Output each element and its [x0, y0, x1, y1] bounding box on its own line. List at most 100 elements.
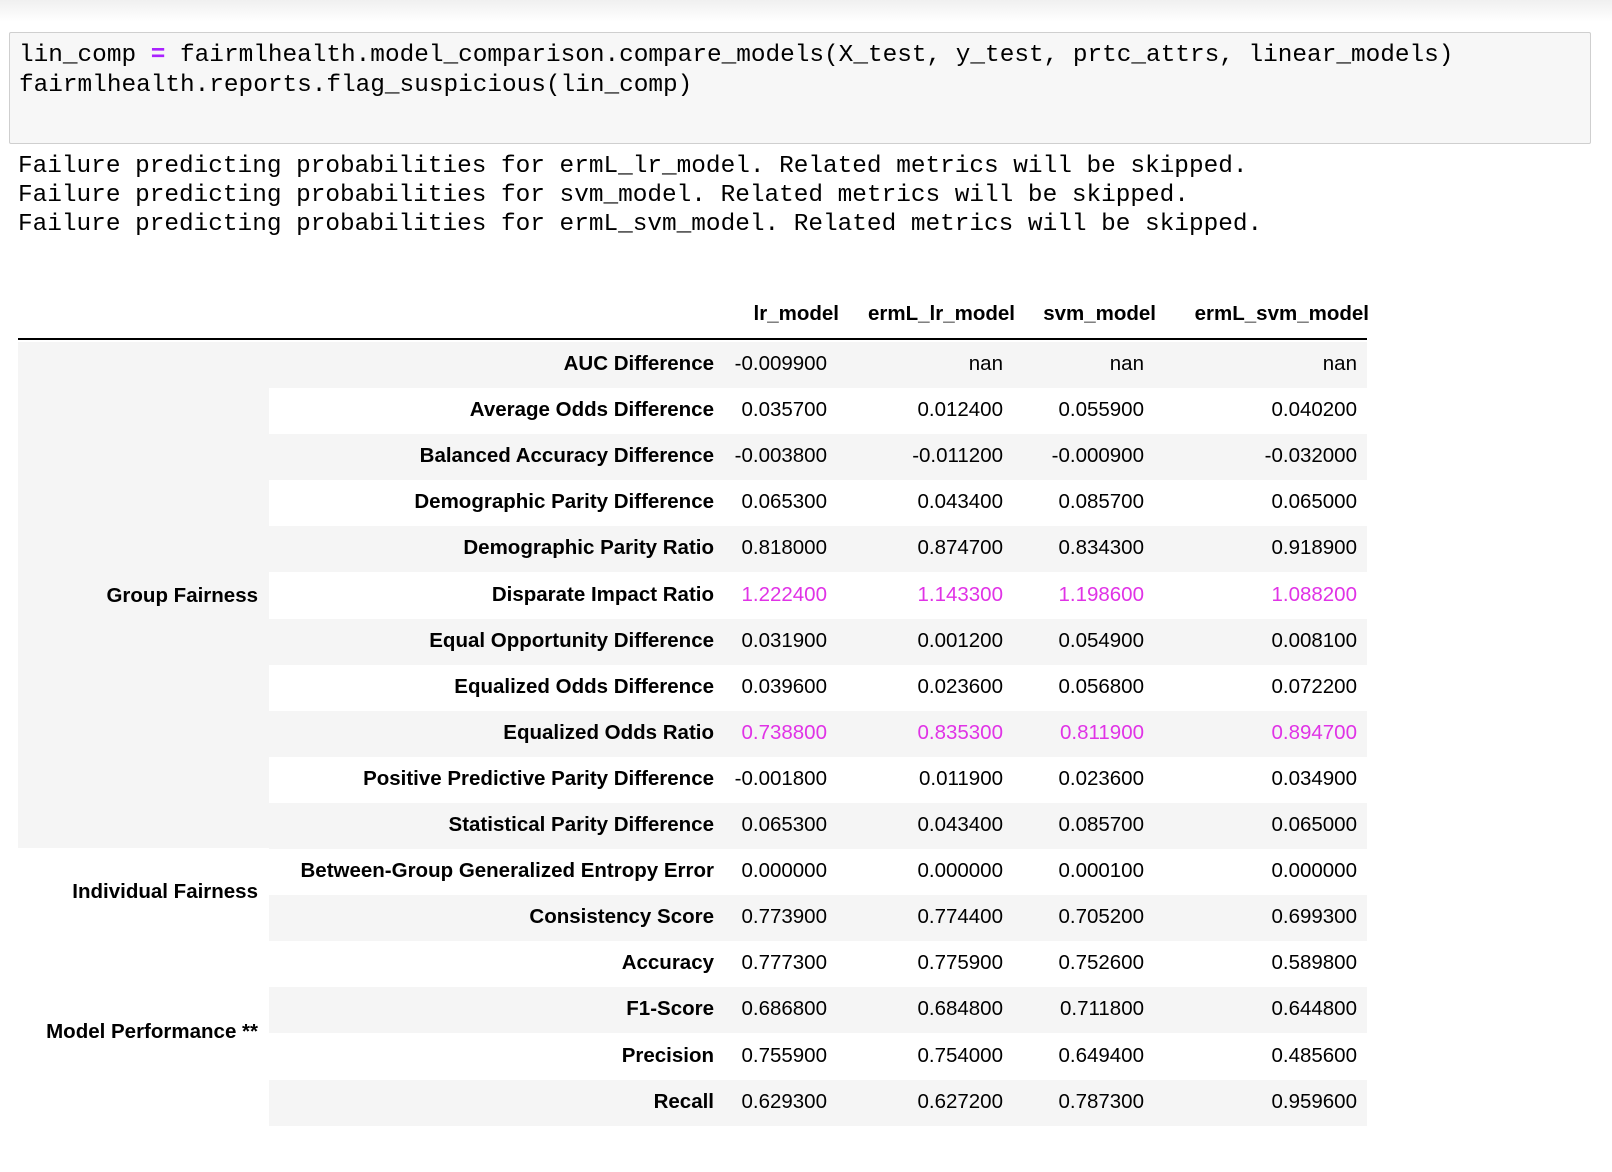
value-cell: 0.485600	[1271, 1044, 1357, 1067]
value-cell: 1.088200	[1271, 583, 1357, 606]
value-cell: 0.755900	[741, 1044, 827, 1067]
value-cell: 0.072200	[1271, 675, 1357, 698]
column-header: ermL_svm_model	[1194, 302, 1369, 325]
value-cell: 0.589800	[1271, 951, 1357, 974]
value-cell: 1.222400	[741, 583, 827, 606]
table-row: Disparate Impact Ratio 1.222400 1.143300 1.…	[269, 573, 1367, 619]
metric-label: Positive Predictive Parity Difference	[363, 767, 714, 790]
value-cell: 0.001200	[917, 629, 1003, 652]
table-row: Demographic Parity Difference 0.065300 0.0…	[269, 480, 1367, 526]
group-label: Group Fairness	[106, 584, 258, 607]
value-cell: 0.065300	[741, 813, 827, 836]
metric-label: AUC Difference	[563, 352, 714, 375]
column-header: lr_model	[753, 302, 839, 325]
value-cell: -0.011200	[912, 444, 1003, 467]
metric-label: Between-Group Generalized Entropy Error	[300, 859, 715, 882]
table-row: AUC Difference -0.009900 nan nan nan	[269, 342, 1367, 388]
value-cell: 0.774400	[917, 905, 1003, 928]
value-cell: 0.039600	[741, 675, 827, 698]
metric-label: Equalized Odds Ratio	[503, 721, 714, 744]
value-cell: nan	[1109, 352, 1144, 375]
metric-label: Statistical Parity Difference	[448, 813, 714, 836]
stdout-line: Failure predicting probabilities for erm…	[18, 211, 1263, 238]
value-cell: 0.055900	[1058, 398, 1144, 421]
value-cell: 0.008100	[1271, 629, 1357, 652]
table-row: Recall 0.629300 0.627200 0.787300 0.959600	[269, 1080, 1367, 1126]
value-cell: 0.775900	[917, 951, 1003, 974]
metric-label: Demographic Parity Difference	[414, 490, 714, 513]
table-row: Between-Group Generalized Entropy Error 0…	[269, 849, 1367, 895]
value-cell: 0.752600	[1058, 951, 1144, 974]
value-cell: 0.834300	[1058, 536, 1144, 559]
notebook-top-band	[0, 0, 1612, 22]
metric-label: F1-Score	[626, 997, 714, 1020]
value-cell: 0.056800	[1058, 675, 1144, 698]
value-cell: 0.065000	[1271, 490, 1357, 513]
value-cell: 0.787300	[1058, 1090, 1144, 1113]
metric-label: Accuracy	[621, 951, 714, 974]
value-cell: -0.003800	[734, 444, 827, 467]
group-label: Model Performance **	[46, 1020, 258, 1043]
value-cell: 0.000100	[1058, 859, 1144, 882]
value-cell: 0.035700	[741, 398, 827, 421]
value-cell: 0.738800	[741, 721, 827, 744]
value-cell: 0.043400	[917, 490, 1003, 513]
stdout-line: Failure predicting probabilities for erm…	[18, 153, 1248, 180]
code-cell[interactable]: lin_comp = fairmlhealth.model_comparison…	[9, 32, 1591, 144]
value-cell: 1.198600	[1058, 583, 1144, 606]
value-cell: nan	[968, 352, 1003, 375]
value-cell: 0.894700	[1271, 721, 1357, 744]
metric-label: Consistency Score	[529, 905, 714, 928]
value-cell: 0.000000	[1271, 859, 1357, 882]
column-header: ermL_lr_model	[868, 302, 1015, 325]
table-row: Statistical Parity Difference 0.065300 0.0…	[269, 803, 1367, 849]
table-row: Balanced Accuracy Difference -0.003800 -0.…	[269, 434, 1367, 480]
table-row: Equal Opportunity Difference 0.031900 0.00…	[269, 619, 1367, 665]
metric-label: Balanced Accuracy Difference	[419, 444, 714, 467]
value-cell: 0.644800	[1271, 997, 1357, 1020]
value-cell: -0.000900	[1051, 444, 1144, 467]
table-row: Precision 0.755900 0.754000 0.649400 0.48560…	[269, 1034, 1367, 1080]
value-cell: 0.627200	[917, 1090, 1003, 1113]
value-cell: 1.143300	[917, 583, 1003, 606]
value-cell: 0.629300	[741, 1090, 827, 1113]
value-cell: 0.959600	[1271, 1090, 1357, 1113]
value-cell: 0.699300	[1271, 905, 1357, 928]
value-cell: 0.012400	[917, 398, 1003, 421]
value-cell: 0.065300	[741, 490, 827, 513]
table-row: F1-Score 0.686800 0.684800 0.711800 0.644800	[269, 987, 1367, 1033]
value-cell: 0.754000	[917, 1044, 1003, 1067]
value-cell: -0.009900	[734, 352, 827, 375]
value-cell: 0.000000	[917, 859, 1003, 882]
value-cell: 0.773900	[741, 905, 827, 928]
code-call: fairmlhealth.model_comparison.compare_mo…	[180, 42, 1454, 69]
metric-label: Equalized Odds Difference	[454, 675, 714, 698]
value-cell: 0.777300	[741, 951, 827, 974]
value-cell: 0.835300	[917, 721, 1003, 744]
metric-label: Precision	[621, 1044, 714, 1067]
table-row: Equalized Odds Difference 0.039600 0.02360…	[269, 665, 1367, 711]
code-line-2: fairmlhealth.reports.flag_suspicious(lin…	[19, 72, 693, 99]
column-header: svm_model	[1043, 302, 1156, 325]
value-cell: 0.811900	[1060, 721, 1144, 744]
table-row: Positive Predictive Parity Difference -0.…	[269, 757, 1367, 803]
code-line-1: lin_comp = fairmlhealth.model_comparison…	[19, 41, 1453, 71]
value-cell: 0.818000	[741, 536, 827, 559]
group-label: Individual Fairness	[72, 880, 258, 903]
value-cell: 0.705200	[1058, 905, 1144, 928]
value-cell: 0.085700	[1058, 490, 1144, 513]
value-cell: 0.023600	[917, 675, 1003, 698]
table-row: Consistency Score 0.773900 0.774400 0.70520…	[269, 895, 1367, 941]
value-cell: 0.686800	[741, 997, 827, 1020]
table-row: Average Odds Difference 0.035700 0.012400 0…	[269, 388, 1367, 434]
metric-label: Recall	[653, 1090, 714, 1113]
stdout-line: Failure predicting probabilities for svm…	[18, 182, 1189, 209]
value-cell: 0.684800	[917, 997, 1003, 1020]
metric-label: Equal Opportunity Difference	[429, 629, 714, 652]
value-cell: 0.011900	[919, 767, 1003, 790]
metric-label: Average Odds Difference	[469, 398, 714, 421]
value-cell: 0.649400	[1058, 1044, 1144, 1067]
value-cell: nan	[1322, 352, 1357, 375]
table-row: Demographic Parity Ratio 0.818000 0.874700…	[269, 526, 1367, 572]
value-cell: 0.918900	[1271, 536, 1357, 559]
